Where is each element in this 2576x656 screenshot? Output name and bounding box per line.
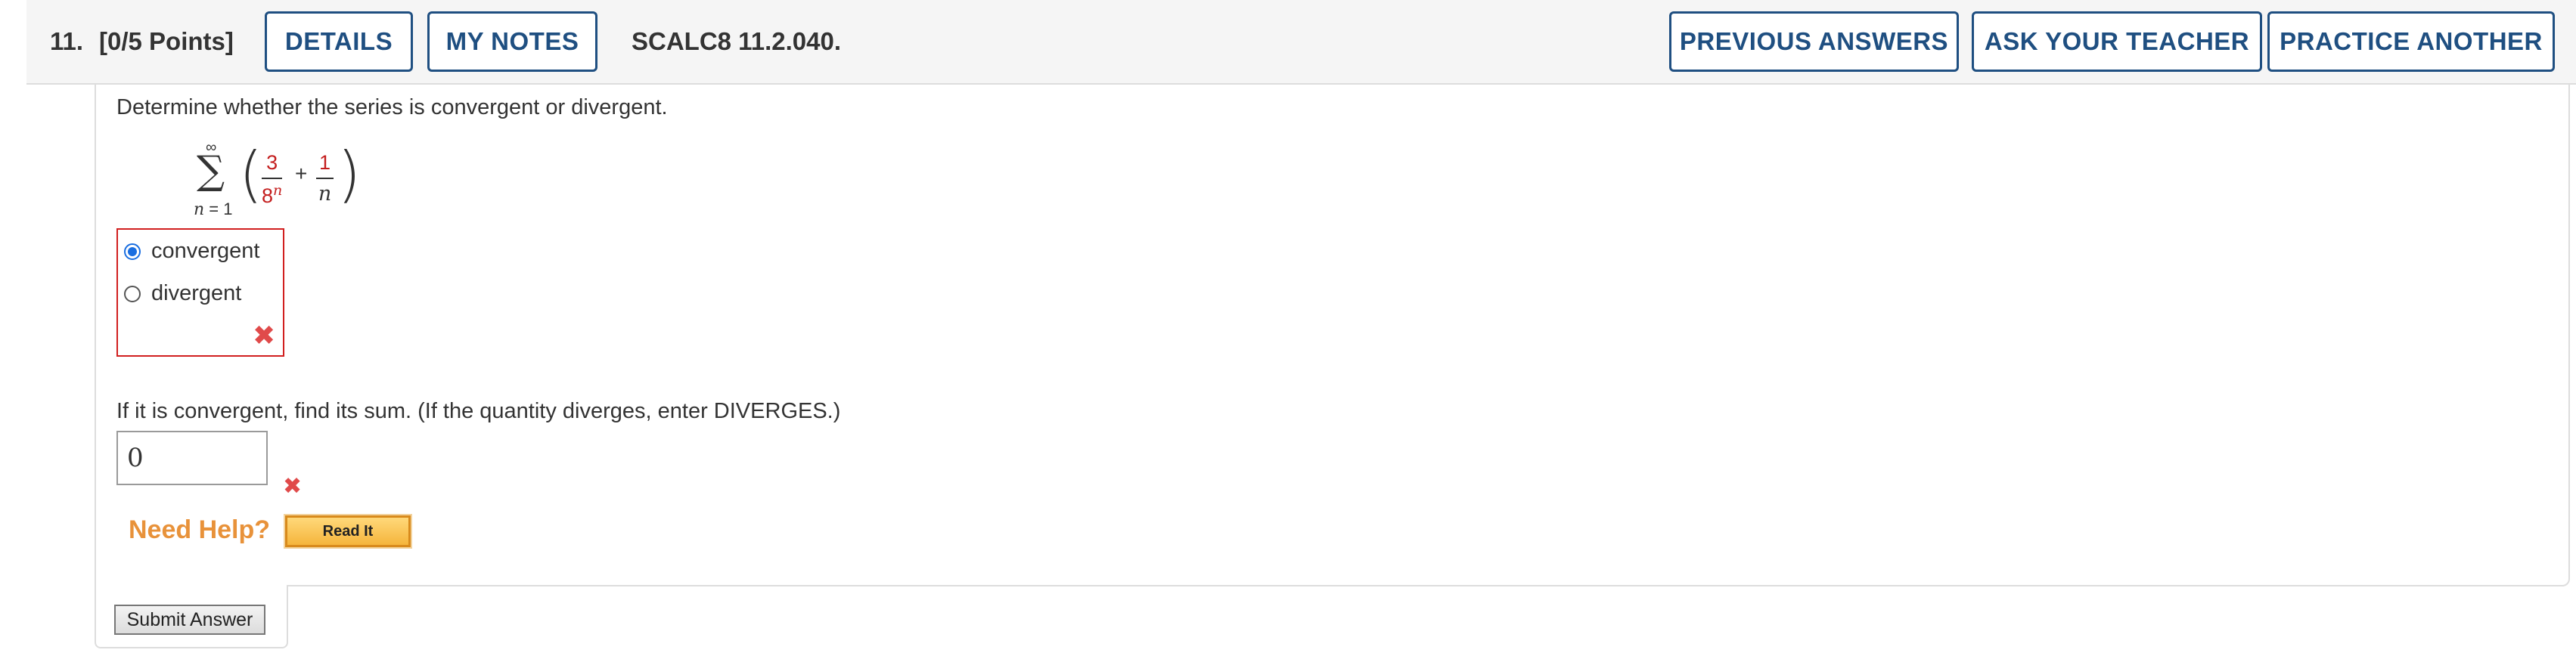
left-paren: ( (239, 139, 263, 209)
series-formula: ∞ ∑ n = 1 ( 3 8n + 1 n ) (189, 139, 363, 219)
plus-operator: + (295, 162, 308, 185)
fraction-term-2: 1 n (316, 151, 334, 206)
question-points: [0/5 Points] (99, 27, 234, 55)
need-help-label: Need Help? (129, 515, 271, 544)
question-body (95, 85, 2570, 586)
option-label: divergent (151, 281, 242, 305)
read-it-button[interactable]: Read It (284, 514, 412, 549)
question-header: 11. [0/5 Points] DETAILS MY NOTES SCALC8… (26, 0, 2576, 85)
lower-limit: n = 1 (194, 200, 233, 219)
my-notes-button[interactable]: MY NOTES (427, 11, 597, 72)
ask-your-teacher-button[interactable]: ASK YOUR TEACHER (1972, 11, 2262, 72)
question-code: SCALC8 11.2.040. (632, 27, 841, 55)
term1-numerator: 3 (266, 151, 278, 174)
details-button[interactable]: DETAILS (265, 11, 413, 72)
fraction-term-1: 3 8n (262, 151, 283, 208)
previous-answers-button[interactable]: PREVIOUS ANSWERS (1669, 11, 1959, 72)
term1-denominator: 8n (262, 182, 283, 207)
radio-button-checked[interactable] (124, 243, 141, 260)
sum-answer-input[interactable] (116, 431, 268, 485)
submit-answer-button[interactable]: Submit Answer (114, 605, 265, 635)
incorrect-icon: ✖ (253, 320, 276, 351)
term2-denominator: n (318, 182, 332, 206)
option-convergent[interactable]: convergent (124, 239, 260, 264)
right-paren: ) (337, 139, 362, 209)
radio-button[interactable] (124, 285, 141, 302)
follow-up-prompt: If it is convergent, find its sum. (If t… (116, 399, 841, 423)
fraction-bar (316, 178, 334, 179)
term2-numerator: 1 (319, 151, 331, 174)
option-divergent[interactable]: divergent (124, 281, 241, 306)
fraction-bar (262, 178, 283, 179)
question-prompt: Determine whether the series is converge… (116, 95, 668, 119)
option-label: convergent (151, 239, 260, 263)
practice-another-button[interactable]: PRACTICE ANOTHER (2267, 11, 2555, 72)
incorrect-icon: ✖ (283, 473, 303, 500)
sigma-symbol: ∑ (197, 148, 225, 193)
question-number: 11. (50, 27, 84, 55)
answer-options-box: convergent divergent ✖ (116, 228, 284, 357)
